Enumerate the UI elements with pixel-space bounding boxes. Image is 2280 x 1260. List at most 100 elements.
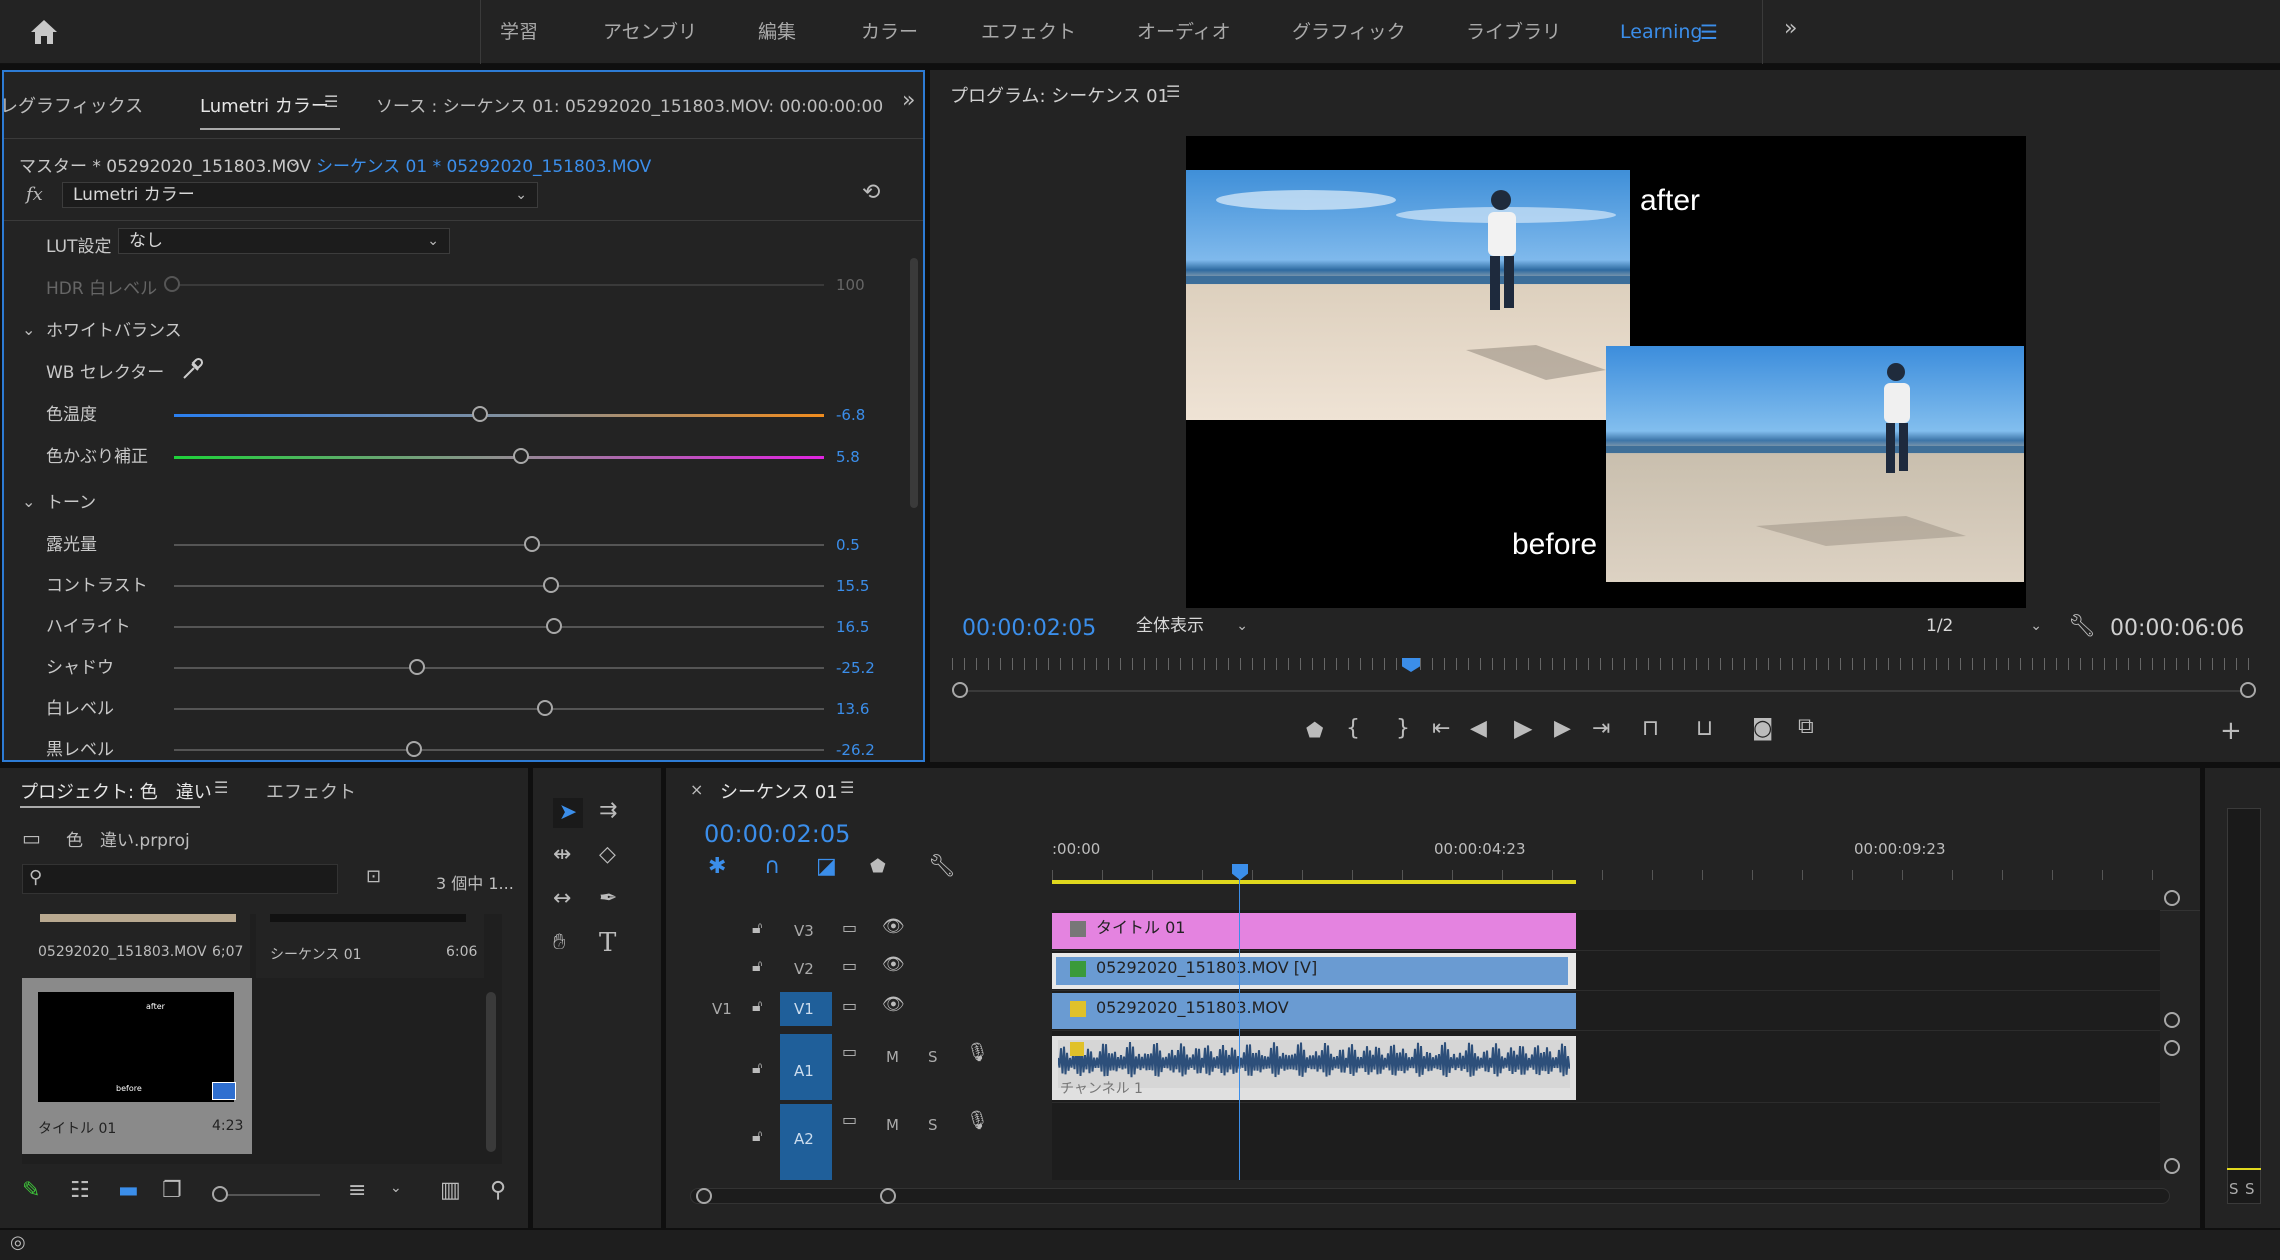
type-tool-icon[interactable]: T <box>599 930 616 956</box>
timeline-playhead[interactable] <box>1239 870 1240 1180</box>
eyedropper-icon[interactable] <box>180 356 204 387</box>
scrollbar[interactable] <box>486 992 496 1152</box>
panel-menu-icon[interactable]: ☰ <box>214 780 228 796</box>
tone-value[interactable]: 13.6 <box>836 700 869 718</box>
thumb-clip[interactable]: 05292020_151803.MOV 6;07 <box>22 914 250 978</box>
effect-select[interactable]: Lumetri カラー ⌄ <box>62 182 538 208</box>
playhead-timecode[interactable]: 00:00:02:05 <box>962 616 1096 641</box>
automate-icon[interactable]: ▥ <box>440 1180 461 1202</box>
workspace-tab-audio[interactable]: オーディオ <box>1137 0 1231 64</box>
horizontal-scrollbar[interactable] <box>690 1188 2170 1204</box>
sequence-clip-label[interactable]: シーケンス 01 * 05292020_151803.MOV <box>316 152 651 177</box>
vertical-zoom-handle[interactable] <box>2164 1040 2180 1056</box>
chevron-down-icon[interactable]: ⌄ <box>22 492 35 511</box>
step-back-icon[interactable]: ◀︎ <box>1470 718 1487 740</box>
pencil-icon[interactable]: ✎ <box>22 1180 40 1202</box>
zoom-slider[interactable] <box>218 1194 320 1196</box>
panel-overflow-icon[interactable]: » <box>902 90 915 112</box>
more-workspaces-icon[interactable]: » <box>1784 18 1797 40</box>
tab-project[interactable]: プロジェクト: 色 違い <box>20 778 212 804</box>
tone-knob[interactable] <box>536 700 553 716</box>
find-icon[interactable]: ⚲ <box>490 1180 506 1202</box>
tint-value[interactable]: 5.8 <box>836 448 860 466</box>
meter-solo-right[interactable]: S <box>2245 1180 2255 1198</box>
list-view-icon[interactable]: ☷ <box>70 1180 90 1202</box>
tone-value[interactable]: -25.2 <box>836 659 875 677</box>
tab-lumetri-color[interactable]: Lumetri カラー <box>200 92 329 118</box>
track-v1[interactable]: V1 <box>794 1000 814 1018</box>
eye-icon[interactable]: 👁︎ <box>882 956 905 974</box>
tone-slider[interactable] <box>174 667 824 669</box>
sync-lock-icon[interactable]: ▭ <box>842 958 857 974</box>
track-select-tool-icon[interactable]: ⇉ <box>599 800 617 822</box>
sort-icon[interactable]: ≡ <box>348 1180 366 1202</box>
mark-out-icon[interactable]: } <box>1396 718 1410 740</box>
scrollbar[interactable] <box>910 258 918 508</box>
new-bin-search-icon[interactable]: ⊡ <box>366 868 381 886</box>
tone-knob[interactable] <box>405 741 422 757</box>
add-marker-icon[interactable]: ⬟ <box>870 858 886 876</box>
lock-icon[interactable]: 🔓︎ <box>752 1060 762 1076</box>
search-input[interactable]: ⚲ <box>22 864 338 894</box>
tone-value[interactable]: -26.2 <box>836 741 875 759</box>
chevron-down-icon[interactable]: ⌄ <box>22 320 35 339</box>
tab-effects[interactable]: エフェクト <box>266 778 356 804</box>
add-button-icon[interactable]: + <box>2220 718 2242 744</box>
sync-lock-icon[interactable]: ▭ <box>842 1044 857 1060</box>
lock-icon[interactable]: 🔓︎ <box>752 998 762 1014</box>
lock-icon[interactable]: 🔓︎ <box>752 920 762 936</box>
clip-video-v1[interactable]: 05292020_151803.MOV <box>1052 993 1576 1029</box>
reset-icon[interactable]: ⟲ <box>862 182 880 204</box>
menu-icon[interactable]: ☰ <box>1700 22 1718 42</box>
lock-icon[interactable]: 🔓︎ <box>752 1128 762 1144</box>
tone-slider[interactable] <box>174 626 824 628</box>
tone-value[interactable]: 15.5 <box>836 577 869 595</box>
panel-menu-icon[interactable]: ☰ <box>324 94 338 110</box>
clip-audio-a1[interactable]: チャンネル 1 <box>1052 1036 1576 1100</box>
panel-menu-icon[interactable]: ☰ <box>1166 84 1180 100</box>
selection-tool-icon[interactable]: ➤ <box>553 798 583 828</box>
meter-solo-left[interactable]: S <box>2229 1180 2239 1198</box>
thumb-sequence[interactable]: シーケンス 01 6:06 <box>256 914 484 978</box>
workspace-tab-libraries[interactable]: ライブラリ <box>1466 0 1561 64</box>
step-forward-icon[interactable]: ▶︎ <box>1554 718 1571 740</box>
tab-essential-graphics[interactable]: レグラフィックス <box>0 92 143 118</box>
tone-value[interactable]: 16.5 <box>836 618 869 636</box>
source-track-v1[interactable]: V1 <box>712 1000 732 1018</box>
comparison-view-icon[interactable]: ⧉ <box>1798 716 1814 738</box>
slip-tool-icon[interactable]: ↔ <box>553 888 571 910</box>
tone-knob[interactable] <box>523 536 540 552</box>
tone-knob[interactable] <box>543 577 559 593</box>
microphone-icon[interactable]: 🎙︎ <box>966 1112 989 1130</box>
zoom-select[interactable]: 全体表示 ⌄ <box>1126 614 1254 640</box>
mute-button[interactable]: M <box>886 1116 899 1134</box>
workspace-tab-learn[interactable]: 学習 <box>500 0 538 64</box>
snap-icon[interactable]: ∩ <box>764 856 780 878</box>
wrench-icon[interactable]: 🔧︎ <box>928 856 956 878</box>
panel-menu-icon[interactable]: ☰ <box>840 780 854 796</box>
eye-icon[interactable]: 👁︎ <box>882 918 905 936</box>
zoom-slider-knob[interactable] <box>212 1186 228 1202</box>
play-icon[interactable]: ▶︎ <box>1514 716 1532 740</box>
home-icon[interactable] <box>28 18 60 46</box>
chevron-down-icon[interactable]: ⌄ <box>390 1180 402 1196</box>
workspace-tab-color[interactable]: カラー <box>861 0 918 64</box>
tab-source[interactable]: ソース : シーケンス 01: 05292020_151803.MOV: 00:… <box>376 92 883 117</box>
vertical-zoom-handle[interactable] <box>2164 1158 2180 1174</box>
sync-lock-icon[interactable]: ▭ <box>842 920 857 936</box>
creative-cloud-icon[interactable]: ◎ <box>10 1234 26 1252</box>
time-ruler[interactable] <box>1052 870 2160 880</box>
timeline-timecode[interactable]: 00:00:02:05 <box>704 820 850 848</box>
solo-button[interactable]: S <box>928 1048 938 1066</box>
track-a1[interactable]: A1 <box>794 1062 814 1080</box>
tone-slider[interactable] <box>174 544 824 546</box>
go-to-in-icon[interactable]: ⇤ <box>1432 718 1450 740</box>
tone-section[interactable]: トーン <box>46 488 96 513</box>
tone-slider[interactable] <box>174 708 824 710</box>
program-title[interactable]: プログラム: シーケンス 01 <box>950 82 1169 108</box>
workspace-tab-edit[interactable]: 編集 <box>758 0 796 64</box>
workspace-tab-graphics[interactable]: グラフィック <box>1292 0 1406 64</box>
solo-button[interactable]: S <box>928 1116 938 1134</box>
vertical-zoom-handle[interactable] <box>2164 1012 2180 1028</box>
lift-icon[interactable]: ⊓ <box>1642 718 1659 740</box>
